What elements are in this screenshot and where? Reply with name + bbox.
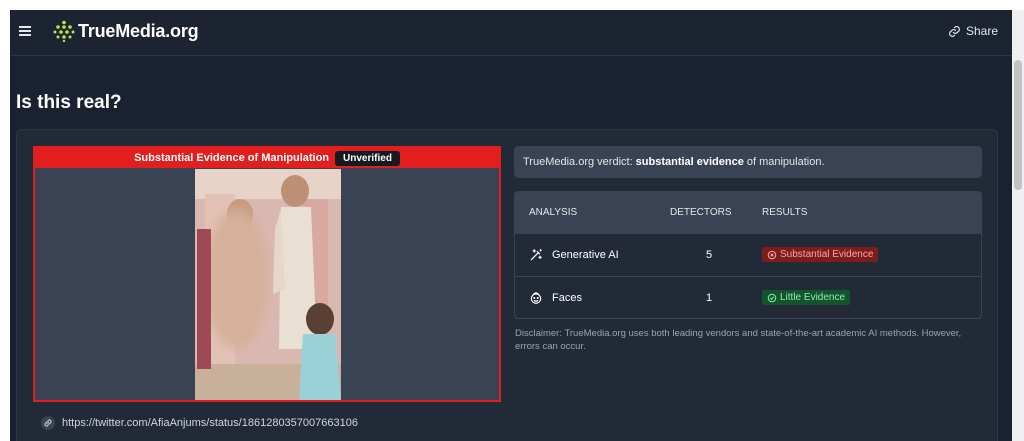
share-label: Share [965, 24, 998, 38]
verdict-prefix: TrueMedia.org verdict: [523, 156, 633, 168]
face-icon [530, 292, 542, 304]
verdict-summary: TrueMedia.org verdict: substantial evide… [514, 146, 982, 178]
verdict-suffix: of manipulation. [746, 156, 825, 168]
row-detectors: 1 [706, 292, 713, 304]
check-circle-icon [767, 293, 777, 302]
page-title: Is this real? [16, 92, 122, 113]
generative-ai-icon [530, 249, 542, 261]
table-row[interactable]: Generative AI 5 Substantial Evidence [515, 233, 981, 276]
result-label: Little Evidence [780, 292, 846, 303]
banner-text: Substantial Evidence of Manipulation [134, 152, 330, 164]
share-link-icon [949, 25, 960, 37]
table-header: ANALYSIS DETECTORS RESULTS [515, 192, 981, 233]
wedding-photo-illustration [195, 169, 341, 400]
table-row[interactable]: Faces 1 Little Evidence [515, 276, 981, 318]
row-name: Faces [552, 292, 582, 304]
result-label: Substantial Evidence [780, 249, 874, 260]
menu-icon[interactable] [19, 26, 31, 38]
brand-name: TrueMedia.org [78, 20, 199, 41]
share-button[interactable]: Share [948, 24, 998, 38]
result-badge: Little Evidence [762, 290, 851, 305]
result-badge: Substantial Evidence [762, 247, 879, 262]
source-url-row[interactable]: https://twitter.com/AfiaAnjums/status/18… [41, 416, 358, 430]
verdict-emphasis: substantial evidence [635, 156, 744, 168]
header-analysis: ANALYSIS [529, 207, 578, 218]
status-badge: Unverified [335, 150, 400, 166]
brand-logo[interactable]: TrueMedia.org [53, 20, 199, 42]
header-detectors: DETECTORS [670, 207, 732, 218]
results-card: Substantial Evidence of Manipulation Unv… [16, 129, 998, 441]
scrollbar[interactable] [1012, 10, 1024, 441]
top-navigation-bar: TrueMedia.org Share [10, 10, 1012, 56]
analysis-table: ANALYSIS DETECTORS RESULTS Generative AI… [514, 191, 982, 319]
x-circle-icon [767, 250, 777, 259]
row-detectors: 5 [706, 249, 713, 261]
analyzed-image[interactable] [195, 169, 341, 400]
media-preview: Substantial Evidence of Manipulation Unv… [33, 146, 501, 402]
header-results: RESULTS [762, 207, 808, 218]
manipulation-banner: Substantial Evidence of Manipulation Unv… [35, 148, 499, 168]
source-url-link[interactable]: https://twitter.com/AfiaAnjums/status/18… [62, 417, 358, 429]
app-window: TrueMedia.org Share Is this real? Substa… [10, 10, 1012, 441]
row-name: Generative AI [552, 249, 619, 261]
disclaimer-text: Disclaimer: TrueMedia.org uses both lead… [515, 328, 962, 352]
scrollbar-thumb[interactable] [1014, 60, 1022, 190]
truemedia-logo-icon [53, 20, 75, 42]
link-icon [41, 416, 55, 430]
